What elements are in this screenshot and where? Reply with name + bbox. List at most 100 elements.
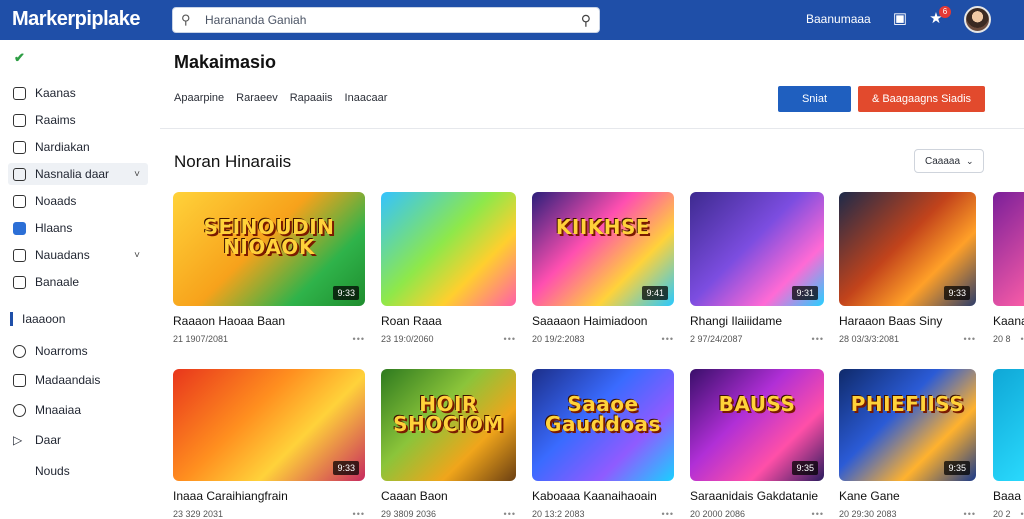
more-options-icon[interactable]: ••• bbox=[964, 334, 976, 344]
card-meta-text: 29 3809 2036 bbox=[381, 509, 437, 519]
card-thumbnail[interactable]: HOIR SHOCIOM bbox=[381, 369, 516, 481]
sidebar-item[interactable]: Madaandais bbox=[8, 369, 148, 391]
sidebar-item-label: Hlaans bbox=[35, 221, 73, 235]
sidebar-item[interactable]: Nasnalia daar ˅ bbox=[8, 163, 148, 185]
card-title[interactable]: Saaaaon Haimiadoon bbox=[532, 314, 674, 328]
game-card[interactable]: PHIEFIISS 9:35 Kane Gane 20 29:30 2083 ••• bbox=[839, 369, 976, 519]
card-thumbnail[interactable] bbox=[993, 192, 1024, 306]
game-card[interactable]: Roan Raaa 23 19:0/2060 ••• bbox=[381, 192, 516, 344]
account-link[interactable]: Baanumaaa bbox=[806, 12, 871, 26]
card-meta-text: 28 03/3/3:2081 bbox=[839, 334, 900, 344]
sidebar-item[interactable]: Banaale bbox=[8, 271, 148, 293]
card-title[interactable]: Baaa bbox=[993, 489, 1024, 503]
game-card[interactable]: 9:33 Inaaa Caraihiangfrain 23 329 2031 ••• bbox=[173, 369, 365, 519]
tab-2[interactable]: Raraeev bbox=[236, 92, 278, 104]
tab-1[interactable]: Apaarpine bbox=[174, 92, 224, 104]
game-card[interactable]: Kaana 20 8 ••• bbox=[993, 192, 1024, 344]
duration-badge: 9:33 bbox=[333, 286, 359, 300]
game-card[interactable]: Saaoe Gauddoas Kaboaaa Kaanaihaoain 20 13:… bbox=[532, 369, 674, 519]
game-card[interactable]: HOIR SHOCIOM Caaan Baon 29 3809 2036 ••• bbox=[381, 369, 516, 519]
card-meta: 20 19/2:2083 ••• bbox=[532, 334, 674, 344]
sidebar-item-label: Noarroms bbox=[35, 344, 88, 358]
sidebar-item-label: Madaandais bbox=[35, 373, 101, 387]
sidebar-item[interactable]: Nardiakan bbox=[8, 136, 148, 158]
accent-button[interactable]: & Baagaagns Siadis bbox=[858, 86, 985, 112]
card-meta-text: 20 19/2:2083 bbox=[532, 334, 585, 344]
game-card[interactable]: SEINOUDIN NIOAOK 9:33 Raaaon Haoaa Baan 21 … bbox=[173, 192, 365, 344]
sidebar-item[interactable]: Mnaaiaa bbox=[8, 399, 148, 421]
sidebar-item[interactable]: ▷ Daar bbox=[8, 429, 148, 451]
card-thumbnail[interactable] bbox=[381, 192, 516, 306]
card-meta-text: 20 2000 2086 bbox=[690, 509, 746, 519]
card-title[interactable]: Caaan Baon bbox=[381, 489, 516, 503]
sidebar-item[interactable]: Nouds bbox=[8, 460, 148, 482]
more-options-icon[interactable]: ••• bbox=[662, 334, 674, 344]
card-thumbnail[interactable]: SEINOUDIN NIOAOK 9:33 bbox=[173, 192, 365, 306]
more-options-icon[interactable]: ••• bbox=[812, 509, 824, 519]
sidebar-item[interactable]: Hlaans bbox=[8, 217, 148, 239]
more-options-icon[interactable]: ••• bbox=[964, 509, 976, 519]
more-options-icon[interactable]: ••• bbox=[504, 509, 516, 519]
sidebar-item[interactable]: Kaanas bbox=[8, 82, 148, 104]
card-thumbnail[interactable]: 9:31 bbox=[690, 192, 824, 306]
chevron-down-icon: ˅ bbox=[134, 168, 140, 180]
card-thumbnail[interactable]: Saaoe Gauddoas bbox=[532, 369, 674, 481]
game-card[interactable]: 9:31 Rhangi Ilaiiidame 2 97/24/2087 ••• bbox=[690, 192, 824, 344]
thumbnail-logo-text: BAUSS bbox=[718, 391, 796, 416]
section-marker bbox=[10, 312, 13, 326]
play-icon: ▷ bbox=[13, 432, 23, 447]
cart-icon[interactable]: ▣ bbox=[891, 10, 909, 28]
card-meta-text: 20 29:30 2083 bbox=[839, 509, 897, 519]
more-options-icon[interactable]: ••• bbox=[662, 509, 674, 519]
card-title[interactable]: Raaaon Haoaa Baan bbox=[173, 314, 365, 328]
thumbnail-logo-text: PHIEFIISS bbox=[850, 391, 965, 416]
sidebar-item[interactable]: Noarroms bbox=[8, 340, 148, 362]
more-options-icon[interactable]: ••• bbox=[353, 509, 365, 519]
card-title[interactable]: Rhangi Ilaiiidame bbox=[690, 314, 824, 328]
game-card[interactable]: 9:33 Haraaon Baas Siny 28 03/3/3:2081 ••• bbox=[839, 192, 976, 344]
card-meta-text: 21 1907/2081 bbox=[173, 334, 229, 344]
card-title[interactable]: Haraaon Baas Siny bbox=[839, 314, 976, 328]
top-bar: Markerpiplake ⚲ Harananda Ganiah ⚲ Baanu… bbox=[0, 0, 1024, 40]
more-options-icon[interactable]: ••• bbox=[1021, 509, 1024, 519]
search-input[interactable]: Harananda Ganiah bbox=[205, 13, 581, 27]
tab-3[interactable]: Rapaaiis bbox=[290, 92, 333, 104]
app-logo[interactable]: Markerpiplake bbox=[12, 8, 141, 31]
duration-badge: 9:33 bbox=[944, 286, 970, 300]
card-thumbnail[interactable]: 9:33 bbox=[173, 369, 365, 481]
card-title[interactable]: Roan Raaa bbox=[381, 314, 516, 328]
card-thumbnail[interactable]: 9:33 bbox=[839, 192, 976, 306]
thumbnail-logo-text: SEINOUDIN NIOAOK bbox=[203, 215, 335, 260]
sidebar-item[interactable]: Noaads bbox=[8, 190, 148, 212]
sort-dropdown[interactable]: Caaaaa ⌄ bbox=[914, 149, 984, 173]
search-submit-icon[interactable]: ⚲ bbox=[581, 12, 591, 29]
sidebar-item-label: Noaads bbox=[35, 194, 77, 208]
card-thumbnail[interactable]: PHIEFIISS 9:35 bbox=[839, 369, 976, 481]
square-outline-icon bbox=[13, 248, 26, 262]
sidebar-item[interactable]: Raaims bbox=[8, 109, 148, 131]
card-title[interactable]: Kaana bbox=[993, 314, 1024, 328]
tab-4[interactable]: Inaacaar bbox=[345, 92, 388, 104]
search-box[interactable]: ⚲ Harananda Ganiah ⚲ bbox=[172, 7, 600, 33]
gift-icon bbox=[13, 275, 26, 289]
game-card[interactable]: Baaa 20 2 ••• bbox=[993, 369, 1024, 519]
more-options-icon[interactable]: ••• bbox=[504, 334, 516, 344]
game-card[interactable]: BAUSS 9:35 Saraanidais Gakdatanie 20 2000 2… bbox=[690, 369, 824, 519]
card-meta: 28 03/3/3:2081 ••• bbox=[839, 334, 976, 344]
more-options-icon[interactable]: ••• bbox=[812, 334, 824, 344]
duration-badge: 9:35 bbox=[792, 461, 818, 475]
card-title[interactable]: Kane Gane bbox=[839, 489, 976, 503]
card-thumbnail[interactable]: BAUSS 9:35 bbox=[690, 369, 824, 481]
sidebar-item-label: Mnaaiaa bbox=[35, 403, 82, 417]
card-thumbnail[interactable]: KIIKHSE 9:41 bbox=[532, 192, 674, 306]
primary-button[interactable]: Sniat bbox=[778, 86, 851, 112]
card-title[interactable]: Kaboaaa Kaanaihaoain bbox=[532, 489, 674, 503]
more-options-icon[interactable]: ••• bbox=[1021, 334, 1024, 344]
more-options-icon[interactable]: ••• bbox=[353, 334, 365, 344]
card-title[interactable]: Inaaa Caraihiangfrain bbox=[173, 489, 365, 503]
avatar[interactable] bbox=[964, 6, 991, 33]
card-title[interactable]: Saraanidais Gakdatanie bbox=[690, 489, 824, 503]
card-thumbnail[interactable] bbox=[993, 369, 1024, 481]
game-card[interactable]: KIIKHSE 9:41 Saaaaon Haimiadoon 20 19/2:208… bbox=[532, 192, 674, 344]
sidebar-item[interactable]: Nauadans ˅ bbox=[8, 244, 148, 266]
